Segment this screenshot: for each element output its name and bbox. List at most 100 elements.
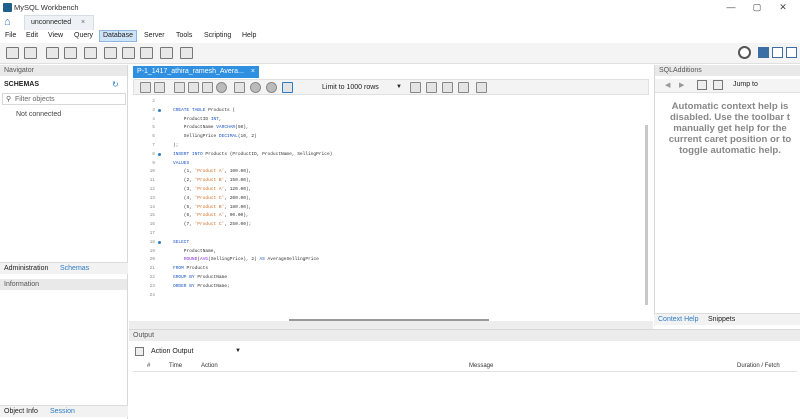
help-line: disabled. Use the toolbar t: [670, 112, 790, 123]
output-header: Output: [129, 330, 800, 341]
stop-icon[interactable]: [216, 82, 227, 93]
code-line: (6, 'Product A', 90.00),: [173, 213, 249, 219]
open-sql-script-icon[interactable]: [24, 47, 37, 59]
new-sql-tab-icon[interactable]: [6, 47, 19, 59]
menu-tools[interactable]: Tools: [173, 32, 195, 39]
code-line: (7, 'Product C', 250.00);: [173, 222, 252, 228]
filter-objects-input[interactable]: ⚲ Filter objects: [2, 93, 126, 105]
toggle-secondary-sidebar-icon[interactable]: [786, 47, 797, 58]
menu-help[interactable]: Help: [239, 32, 259, 39]
copy-output-icon[interactable]: [135, 347, 144, 356]
toggle-error-icon[interactable]: [234, 82, 245, 93]
info-tabs: Object Info Session: [0, 405, 128, 417]
vertical-scrollbar[interactable]: [645, 125, 648, 305]
menu-scripting[interactable]: Scripting: [201, 32, 234, 39]
tab-administration[interactable]: Administration: [4, 265, 48, 272]
line-number: 2: [152, 99, 155, 104]
toggle-output-icon[interactable]: [772, 47, 783, 58]
query-toolbar: Limit to 1000 rows ▼: [133, 79, 649, 95]
limit-rows-select[interactable]: Limit to 1000 rows ▼: [322, 82, 404, 93]
rollback-icon[interactable]: [266, 82, 277, 93]
execute-current-icon[interactable]: [188, 82, 199, 93]
help-line: Automatic context help is: [671, 101, 789, 112]
invisible-chars-icon[interactable]: [458, 82, 469, 93]
auto-help-icon[interactable]: [713, 80, 723, 90]
jump-to-label[interactable]: Jump to: [733, 81, 758, 88]
manual-help-icon[interactable]: [697, 80, 707, 90]
sql-code-editor[interactable]: 2 3 CREATE TABLE Products (4 ProductID INT…: [133, 97, 649, 313]
line-number: 18: [149, 239, 155, 245]
limit-rows-label: Limit to 1000 rows: [322, 84, 379, 91]
connection-tab[interactable]: unconnected ×: [24, 15, 94, 30]
create-table-icon[interactable]: [84, 47, 97, 59]
tab-snippets[interactable]: Snippets: [708, 316, 735, 323]
tab-context-help[interactable]: Context Help: [658, 316, 698, 323]
query-tab[interactable]: P-1_1417_athira_ramesh_Avera... ×: [133, 66, 259, 78]
column-action: Action: [201, 363, 218, 369]
create-function-icon[interactable]: [140, 47, 153, 59]
menu-database[interactable]: Database: [99, 30, 137, 42]
query-tab-label: P-1_1417_athira_ramesh_Avera...: [137, 68, 244, 75]
commit-icon[interactable]: [250, 82, 261, 93]
autocommit-icon[interactable]: [282, 82, 293, 93]
search-table-data-icon[interactable]: [160, 47, 173, 59]
inspector-icon[interactable]: [46, 47, 59, 59]
execute-icon[interactable]: [174, 82, 185, 93]
output-type-select[interactable]: Action Output ▼: [133, 346, 243, 358]
tab-schemas[interactable]: Schemas: [60, 265, 89, 272]
column-time: Time: [169, 363, 183, 369]
close-query-tab-icon[interactable]: ×: [251, 68, 255, 75]
gear-icon[interactable]: [738, 46, 751, 59]
help-line: toggle automatic help.: [679, 145, 781, 156]
code-line: SellingPrice DECIMAL(10, 2): [173, 134, 257, 140]
code-line: (5, 'Product B', 180.00),: [173, 204, 252, 210]
create-procedure-icon[interactable]: [122, 47, 135, 59]
wrap-lines-icon[interactable]: [476, 82, 487, 93]
connection-tab-label: unconnected: [31, 19, 72, 26]
menu-query[interactable]: Query: [71, 32, 96, 39]
line-number: 22: [149, 275, 155, 280]
navigator-tabs: Administration Schemas: [0, 262, 128, 274]
beautify-icon[interactable]: [410, 82, 421, 93]
sql-additions-tabs: Context Help Snippets: [654, 313, 800, 325]
line-number: 21: [149, 266, 155, 272]
navigator-header: Navigator: [0, 65, 127, 76]
tab-session[interactable]: Session: [50, 408, 75, 415]
line-number: 10: [149, 169, 155, 175]
line-number: 20: [149, 257, 155, 263]
menu-view[interactable]: View: [45, 32, 66, 39]
back-icon[interactable]: ◀: [665, 81, 670, 89]
code-line: (4, 'Product C', 200.00),: [173, 195, 252, 201]
close-window-button[interactable]: ✕: [776, 2, 790, 13]
not-connected-status: Not connected: [16, 111, 62, 118]
toggle-sidebar-icon[interactable]: [758, 47, 769, 58]
tab-object-info[interactable]: Object Info: [4, 408, 38, 415]
code-line: ProductName,: [173, 248, 217, 254]
statement-marker-icon: [158, 240, 161, 244]
find-icon[interactable]: [442, 82, 453, 93]
explain-icon[interactable]: [202, 82, 213, 93]
open-file-icon[interactable]: [140, 82, 151, 93]
create-schema-icon[interactable]: [64, 47, 77, 59]
reconnect-icon[interactable]: [180, 47, 193, 59]
menu-server[interactable]: Server: [141, 32, 168, 39]
home-icon[interactable]: ⌂: [4, 16, 18, 28]
refresh-icon[interactable]: ↻: [112, 80, 119, 89]
filter-placeholder: Filter objects: [15, 96, 55, 103]
panel-divider[interactable]: [129, 321, 653, 329]
forward-icon[interactable]: ▶: [679, 81, 684, 89]
code-line: );: [173, 143, 179, 148]
maximize-button[interactable]: ▢: [750, 2, 764, 13]
main-toolbar: [0, 43, 800, 64]
line-number: 4: [152, 116, 155, 122]
create-view-icon[interactable]: [104, 47, 117, 59]
snippet-icon[interactable]: [426, 82, 437, 93]
line-number: 12: [149, 187, 155, 192]
save-icon[interactable]: [154, 82, 165, 93]
code-line: ORDER BY ProductName;: [173, 283, 230, 289]
minimize-button[interactable]: —: [724, 2, 738, 12]
menu-edit[interactable]: Edit: [23, 32, 41, 39]
title-bar: MySQL Workbench — ▢ ✕: [0, 0, 800, 15]
close-tab-icon[interactable]: ×: [81, 19, 85, 26]
menu-file[interactable]: File: [2, 32, 19, 39]
